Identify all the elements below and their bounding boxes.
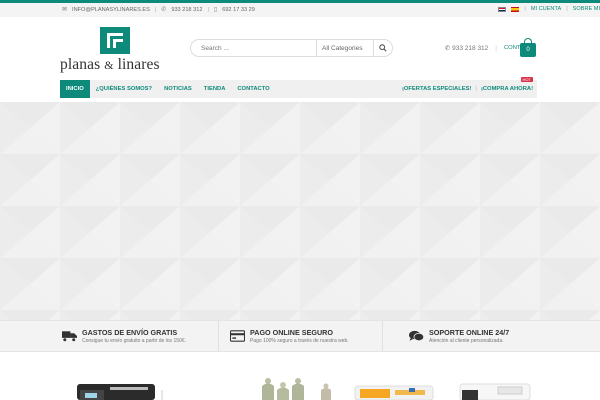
feature-title: PAGO ONLINE SEGURO (250, 328, 333, 337)
nav-item-contacto[interactable]: CONTACTO (231, 80, 275, 98)
separator: | (566, 6, 568, 12)
separator: | (524, 6, 526, 12)
logo-ampersand: & (104, 58, 114, 72)
nav-ofertas-especiales[interactable]: ¡OFERTAS ESPECIALES! (402, 86, 471, 92)
sewing-machine-product-3-image[interactable] (459, 383, 531, 400)
cart-count: 0 (520, 43, 536, 57)
mobile-icon: ▯ (213, 7, 218, 13)
nav-item-inicio[interactable]: INICIO (60, 80, 90, 98)
header-phone-icon: ✆ (444, 45, 451, 52)
sewing-machine-product-1-image[interactable] (77, 384, 155, 400)
category-select[interactable]: All Categories (316, 40, 373, 56)
separator: | (154, 6, 157, 13)
chat-icon (409, 330, 424, 342)
geometric-pattern-background (0, 102, 600, 320)
sobre-mi-link[interactable]: SOBRE MI (573, 6, 600, 12)
nav-compra-ahora[interactable]: ¡COMPRA AHORA! (481, 86, 533, 92)
nav-item-tienda[interactable]: TIENDA (198, 80, 232, 98)
top-account-links: | MI CUENTA | SOBRE MI (498, 6, 600, 12)
sewing-machine-product-2-image[interactable] (354, 385, 434, 400)
brand-logo[interactable]: planas & linares (60, 25, 172, 73)
feature-subtitle: Consigue tu envío gratuito a partir de l… (82, 338, 186, 344)
top-contact-info: ✉ INFO@PLANASYLINARES.ES | ✆ 933 218 312… (62, 6, 255, 14)
top-mobile[interactable]: 692 17 33 29 (222, 7, 255, 13)
truck-icon (62, 331, 77, 342)
search-button[interactable] (373, 40, 392, 56)
product-strip (0, 352, 600, 400)
feature-title: SOPORTE ONLINE 24/7 (429, 328, 510, 337)
feature-subtitle: Pago 100% seguro a través de nuestra web… (250, 338, 349, 344)
nav-promo-links: ¡OFERTAS ESPECIALES! | ¡COMPRA AHORA! (402, 80, 533, 98)
logo-word-linares: linares (117, 56, 160, 73)
feature-divider (218, 321, 219, 351)
hero-banner (0, 102, 600, 320)
phone-icon: ✆ (161, 7, 167, 13)
nav-item-noticias[interactable]: NOTICIAS (158, 80, 198, 98)
spanish-flag-icon[interactable] (511, 6, 520, 12)
feature-title: GASTOS DE ENVÍO GRATIS (82, 328, 178, 337)
logo-mark-icon (100, 27, 130, 54)
feature-divider (382, 321, 383, 351)
search-bar: All Categories (190, 39, 393, 57)
logo-word-planas: planas (60, 56, 101, 73)
envelope-icon: ✉ (62, 7, 68, 13)
logo-wordmark: planas & linares (60, 56, 160, 74)
top-email[interactable]: INFO@PLANASYLINARES.ES (72, 7, 150, 13)
search-input[interactable] (191, 40, 316, 56)
main-navigation: INICIO ¿QUIÉNES SOMOS? NOTICIAS TIENDA C… (60, 77, 537, 98)
separator: | (495, 44, 497, 52)
top-bar: ✉ INFO@PLANASYLINARES.ES | ✆ 933 218 312… (0, 3, 600, 17)
header-phone[interactable]: 933 218 312 (452, 45, 488, 52)
separator: | (207, 6, 209, 13)
separator: | (475, 86, 477, 92)
nav-item-quienes-somos[interactable]: ¿QUIÉNES SOMOS? (90, 80, 158, 98)
search-icon (379, 44, 387, 52)
hot-badge: HOT (520, 77, 533, 82)
features-strip: GASTOS DE ENVÍO GRATIS Consigue tu envío… (0, 320, 600, 352)
english-flag-icon[interactable] (498, 6, 507, 12)
dress-forms-product-image[interactable] (262, 378, 331, 400)
feature-subtitle: Atención al cliente personalizada. (429, 338, 504, 344)
cart-button[interactable]: 0 (520, 37, 536, 57)
product-images (77, 378, 531, 400)
mi-cuenta-link[interactable]: MI CUENTA (531, 6, 561, 12)
site-header: planas & linares All Categories ✆ 933 21… (0, 17, 600, 80)
credit-card-icon (230, 330, 245, 342)
top-phone[interactable]: 933 218 312 (171, 7, 202, 13)
